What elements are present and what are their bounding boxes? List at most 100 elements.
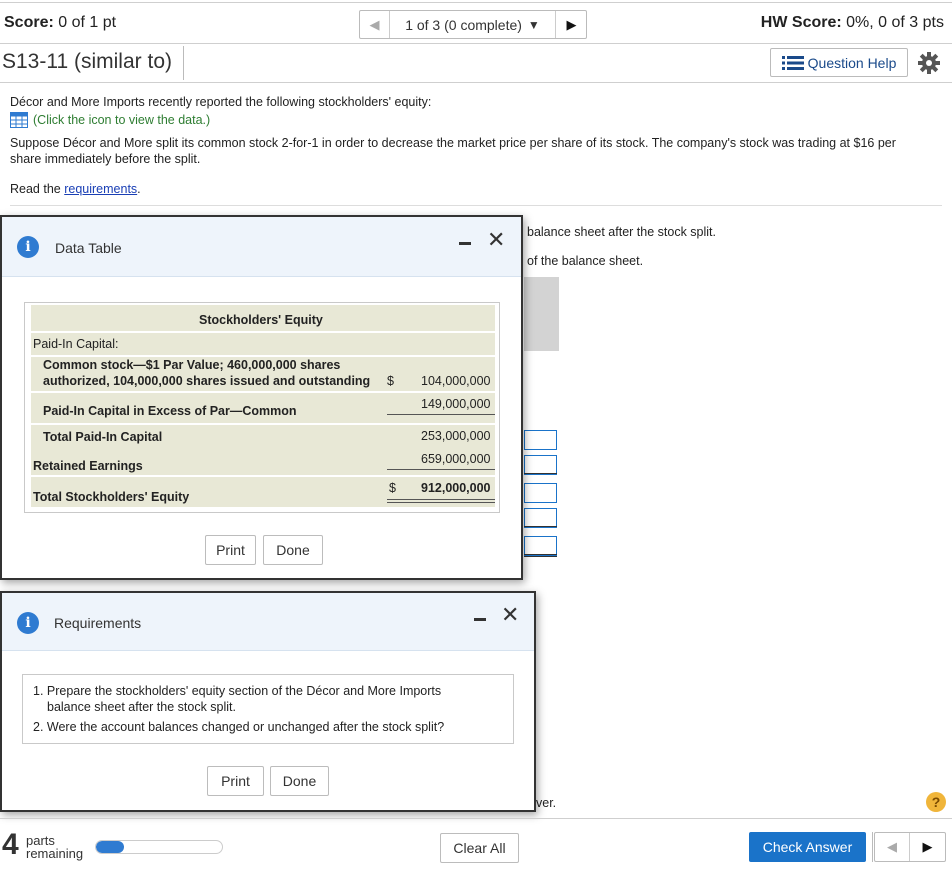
score-value: 0 of 1 pt: [58, 14, 117, 31]
apic-value: 149,000,000: [421, 397, 491, 411]
info-icon: i: [17, 612, 39, 634]
progress-fill: [96, 841, 124, 853]
row-separator: [31, 331, 495, 333]
table-icon[interactable]: [10, 112, 28, 128]
title-divider: [183, 46, 184, 80]
question-position: 1 of 3 (0 complete): [405, 16, 522, 33]
total-se-label: Total Stockholders' Equity: [33, 490, 190, 504]
data-table-print-button[interactable]: Print: [205, 535, 256, 565]
score: Score: 0 of 1 pt: [4, 14, 116, 32]
requirement-1: 1. Prepare the stockholders' equity sect…: [33, 684, 442, 698]
common-stock-value: 104,000,000: [421, 374, 491, 388]
list-icon: [781, 55, 804, 70]
next-part-button[interactable]: ▶: [910, 833, 945, 861]
hw-score-value: 0%, 0 of 3 pts: [846, 14, 944, 31]
bg-answer-text-3: ver.: [536, 796, 557, 810]
triangle-right-icon: ▶: [566, 16, 577, 32]
subtotal-line: [387, 469, 495, 470]
bg-table-header: [524, 277, 559, 351]
requirements-dialog-header: i Requirements ✕: [2, 593, 534, 651]
total-pic-value: 253,000,000: [421, 429, 491, 443]
data-table-dialog-header: i Data Table ✕: [2, 217, 521, 277]
chevron-down-icon: ▼: [527, 17, 540, 32]
footer-divider: [0, 818, 952, 819]
requirements-title: Requirements: [54, 615, 142, 631]
retained-earnings-value: 659,000,000: [421, 452, 491, 466]
triangle-left-icon: ◀: [369, 16, 380, 32]
answer-input-2[interactable]: [524, 455, 557, 475]
answer-input-4[interactable]: [524, 508, 557, 528]
hw-score: HW Score: 0%, 0 of 3 pts: [761, 14, 944, 32]
parts-remaining: parts remaining: [26, 834, 83, 860]
table-body: Stockholders' Equity Paid-In Capital: Co…: [31, 305, 495, 507]
row-separator: [31, 391, 495, 393]
top-divider: [0, 2, 952, 3]
question-divider: [10, 205, 942, 206]
apic-label: Paid-In Capital in Excess of Par—Common: [43, 404, 297, 418]
retained-earnings-label: Retained Earnings: [33, 459, 143, 473]
parts-count: 4: [2, 828, 19, 861]
requirement-1-continued: balance sheet after the stock split.: [47, 700, 236, 714]
data-link-row[interactable]: (Click the icon to view the data.): [10, 112, 210, 128]
answer-underline-1: [524, 473, 557, 474]
prev-question-button[interactable]: ◀: [360, 11, 390, 38]
read-prefix: Read the: [10, 182, 65, 196]
answer-underline-2: [524, 526, 557, 527]
question-prompt: Suppose Décor and More split its common …: [10, 136, 896, 166]
gear-icon[interactable]: [916, 50, 942, 76]
common-stock-label-line2: authorized, 104,000,000 shares issued an…: [43, 374, 371, 388]
bg-answer-text-1: balance sheet after the stock split.: [527, 225, 716, 239]
total-se-value: 912,000,000: [421, 481, 491, 495]
total-se-currency: $: [389, 481, 396, 495]
clear-all-button[interactable]: Clear All: [440, 833, 519, 863]
check-answer-button[interactable]: Check Answer: [749, 832, 866, 862]
page-root: Score: 0 of 1 pt ◀ 1 of 3 (0 complete) ▼…: [0, 0, 952, 871]
question-help-button[interactable]: Question Help: [770, 48, 908, 77]
total-pic-label: Total Paid-In Capital: [43, 430, 163, 444]
triangle-left-icon: ◀: [887, 839, 897, 854]
requirements-print-button[interactable]: Print: [207, 766, 264, 796]
common-stock-currency: $: [387, 374, 394, 388]
question-title: S13-11 (similar to): [2, 50, 172, 73]
data-table-dialog: i Data Table ✕ Stockholders' Equity Paid…: [0, 215, 523, 580]
info-icon: i: [17, 236, 39, 258]
header-divider: [0, 43, 952, 44]
answer-double-underline: [524, 554, 557, 557]
footer-separator: [872, 832, 873, 862]
data-table-title: Data Table: [55, 240, 122, 256]
answer-input-1[interactable]: [524, 430, 557, 450]
total-double-line-bottom: [387, 502, 495, 503]
close-icon[interactable]: ✕: [501, 604, 519, 626]
requirement-2: 2. Were the account balances changed or …: [33, 720, 445, 734]
answer-input-3[interactable]: [524, 483, 557, 503]
bg-answer-text-2: of the balance sheet.: [527, 254, 644, 268]
hw-score-label: HW Score:: [760, 14, 842, 31]
question-help-label: Question Help: [807, 54, 897, 71]
triangle-right-icon: ▶: [922, 839, 933, 854]
data-table-done-button[interactable]: Done: [263, 535, 323, 565]
requirements-list: 1. Prepare the stockholders' equity sect…: [22, 674, 514, 744]
help-icon[interactable]: ?: [926, 792, 946, 812]
minimize-icon[interactable]: [459, 242, 471, 245]
answer-input-5[interactable]: [524, 536, 557, 556]
requirements-done-button[interactable]: Done: [270, 766, 329, 796]
title-bottom-divider: [0, 82, 952, 83]
next-question-button[interactable]: ▶: [556, 11, 587, 38]
minimize-icon[interactable]: [474, 618, 486, 621]
row-separator: [31, 355, 495, 357]
remaining-label: remaining: [26, 846, 84, 861]
requirements-link[interactable]: requirements: [64, 182, 137, 196]
bottom-navigator: ◀ ▶: [874, 832, 946, 862]
prev-part-button[interactable]: ◀: [875, 833, 910, 861]
question-select[interactable]: 1 of 3 (0 complete) ▼: [390, 11, 556, 38]
row-separator: [31, 475, 495, 477]
data-link-text[interactable]: (Click the icon to view the data.): [33, 112, 210, 128]
close-icon[interactable]: ✕: [487, 229, 505, 251]
paid-in-capital-label: Paid-In Capital:: [33, 337, 119, 351]
read-suffix: .: [137, 182, 141, 196]
total-double-line-top: [387, 499, 495, 500]
subtotal-line: [387, 414, 495, 415]
score-label: Score:: [4, 14, 54, 31]
stockholders-equity-table: Stockholders' Equity Paid-In Capital: Co…: [24, 302, 500, 513]
common-stock-label-line1: Common stock—$1 Par Value; 460,000,000 s…: [43, 358, 341, 372]
